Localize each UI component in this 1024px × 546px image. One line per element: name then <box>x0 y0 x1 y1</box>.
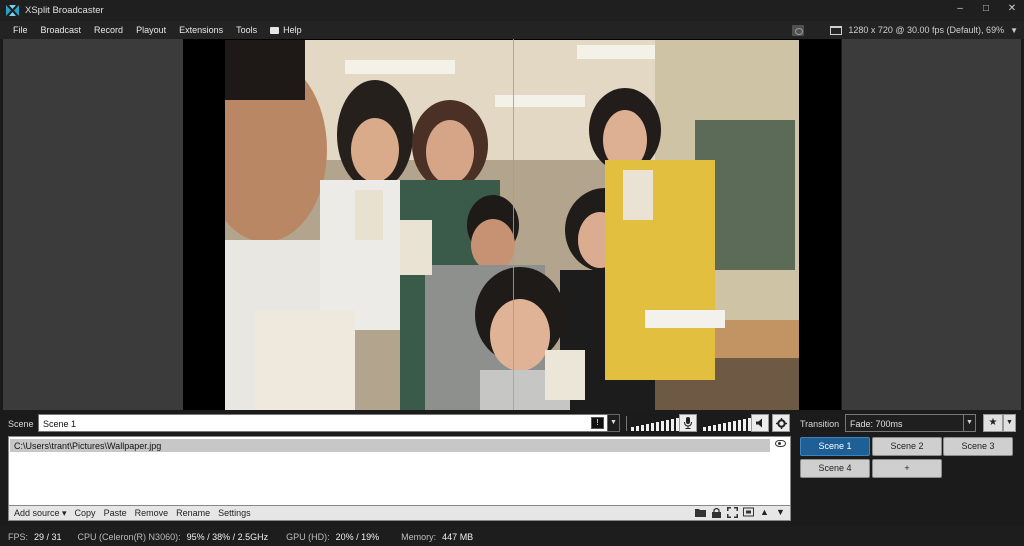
window-title: XSplit Broadcaster <box>25 5 104 16</box>
cpu-stat: CPU (Celeron(R) N3060): 95% / 38% / 2.5G… <box>78 532 269 542</box>
transition-label: Transition <box>800 419 840 429</box>
transition-effects-button[interactable]: ★ <box>983 414 1003 432</box>
add-scene-button[interactable]: + <box>872 459 942 478</box>
fps-label: FPS: <box>8 531 29 542</box>
preview-guide-line <box>513 39 514 410</box>
paste-button[interactable]: Paste <box>104 508 127 518</box>
speaker-icon <box>756 418 762 428</box>
fps-value: 29 / 31 <box>34 531 62 542</box>
scene-stats-button[interactable]: ! <box>591 417 604 429</box>
memory-stat: Memory: 447 MB <box>401 532 473 542</box>
preview-stage[interactable] <box>183 39 841 410</box>
scene-button-3[interactable]: Scene 3 <box>943 437 1013 456</box>
menu-extensions[interactable]: Extensions <box>179 25 223 35</box>
close-button[interactable]: ✕ <box>1006 3 1018 14</box>
gpu-value: 20% / 19% <box>335 531 380 542</box>
cpu-label: CPU (Celeron(R) N3060): <box>77 531 181 542</box>
add-source-button[interactable]: Add source ▾ <box>14 508 67 519</box>
maximize-button[interactable]: □ <box>980 3 992 14</box>
visibility-eye-icon[interactable] <box>775 440 786 447</box>
source-item[interactable]: C:\Users\trant\Pictures\Wallpaper.jpg <box>10 439 770 452</box>
minimize-button[interactable]: – <box>954 3 966 14</box>
memory-label: Memory: <box>401 531 437 542</box>
fps-stat: FPS: 29 / 31 <box>8 532 62 542</box>
folder-icon[interactable] <box>695 507 706 518</box>
menu-file[interactable]: File <box>13 25 28 35</box>
menu-help[interactable]: Help <box>270 25 302 35</box>
meter-separator <box>626 416 627 431</box>
gpu-label: GPU (HD): <box>286 531 330 542</box>
status-bar: FPS: 29 / 31 CPU (Celeron(R) N3060): 95%… <box>0 527 1024 546</box>
xsplit-logo-icon <box>6 5 19 16</box>
sources-list[interactable]: C:\Users\trant\Pictures\Wallpaper.jpg <box>8 436 791 506</box>
copy-button[interactable]: Copy <box>75 508 96 518</box>
gpu-stat: GPU (HD): 20% / 19% <box>286 532 379 542</box>
move-down-icon[interactable]: ▼ <box>775 507 786 518</box>
memory-value: 447 MB <box>442 531 474 542</box>
menu-help-label: Help <box>283 25 302 35</box>
title-bar: XSplit Broadcaster – □ ✕ <box>0 0 1024 21</box>
transition-effects-dropdown[interactable]: ▼ <box>1003 414 1016 432</box>
microphone-button[interactable] <box>679 414 697 432</box>
scene-label: Scene <box>8 419 34 429</box>
left-side-panel <box>3 39 183 410</box>
transition-dropdown-button[interactable]: ▼ <box>963 414 976 432</box>
menu-tools[interactable]: Tools <box>236 25 257 35</box>
wallpaper-image <box>225 40 799 410</box>
share-icon[interactable] <box>792 24 805 36</box>
source-toolbar: Add source ▾ Copy Paste Remove Rename Se… <box>8 506 791 521</box>
scene-button-2[interactable]: Scene 2 <box>872 437 942 456</box>
scene-button-4[interactable]: Scene 4 <box>800 459 870 478</box>
cpu-value: 95% / 38% / 2.5GHz <box>186 531 269 542</box>
scene-button-1[interactable]: Scene 1 <box>800 437 870 456</box>
monitor-icon <box>830 25 843 35</box>
gear-icon <box>775 417 787 429</box>
right-side-panel <box>842 39 1021 410</box>
menu-broadcast[interactable]: Broadcast <box>41 25 82 35</box>
audio-settings-button[interactable] <box>772 414 790 432</box>
scene-controls: Scene Scene 1 ! ▼ Transition Fade: 700ms… <box>0 414 1024 434</box>
menu-playout[interactable]: Playout <box>136 25 166 35</box>
menu-bar: File Broadcast Record Playout Extensions… <box>0 21 1024 39</box>
screen-icon[interactable] <box>743 507 754 518</box>
star-icon: ★ <box>988 417 998 428</box>
preview-area <box>0 39 1024 412</box>
fit-icon[interactable] <box>727 507 738 518</box>
resolution-dropdown-icon[interactable]: ▼ <box>1010 26 1018 35</box>
scene-dropdown-button[interactable]: ▼ <box>607 414 620 432</box>
remove-button[interactable]: Remove <box>135 508 169 518</box>
help-icon <box>270 26 280 34</box>
speaker-button[interactable] <box>751 414 769 432</box>
resolution-label[interactable]: 1280 x 720 @ 30.00 fps (Default), 69% <box>848 25 1004 35</box>
scene-name-field[interactable]: Scene 1 <box>38 414 620 432</box>
transition-select[interactable]: Fade: 700ms <box>845 414 965 432</box>
lock-icon[interactable] <box>711 507 722 518</box>
move-up-icon[interactable]: ▲ <box>759 507 770 518</box>
rename-button[interactable]: Rename <box>176 508 210 518</box>
settings-button[interactable]: Settings <box>218 508 251 518</box>
menu-record[interactable]: Record <box>94 25 123 35</box>
microphone-icon <box>684 417 692 429</box>
